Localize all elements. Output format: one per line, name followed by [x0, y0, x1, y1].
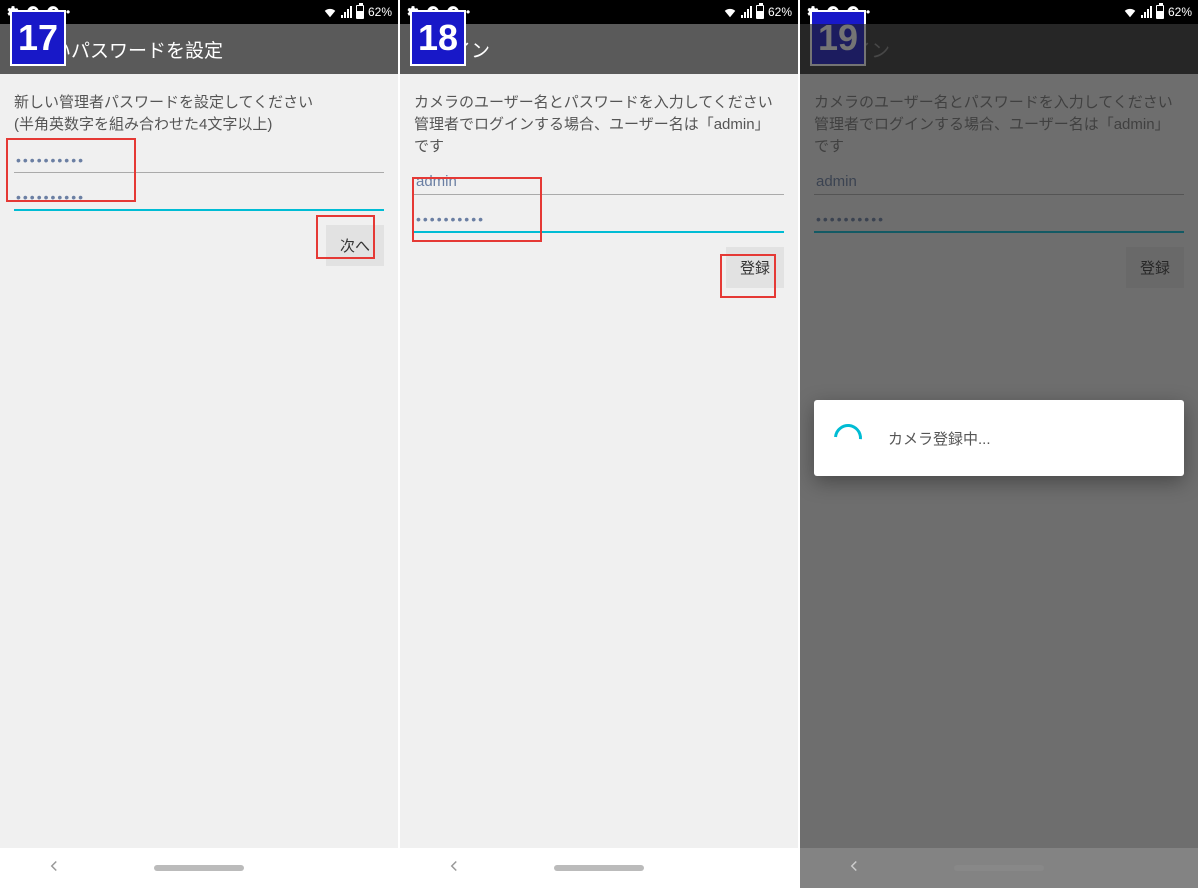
- screen-17: • 62% 新しいパスワードを設定 17 新しい管理者パスワードを設定してくださ…: [0, 0, 400, 888]
- android-navbar: [400, 848, 798, 888]
- battery-text: 62%: [1168, 5, 1192, 19]
- dot-icon: •: [866, 5, 870, 19]
- dialog-text: カメラ登録中...: [888, 428, 991, 449]
- battery-text: 62%: [368, 5, 392, 19]
- battery-icon: [756, 5, 764, 19]
- signal-icon: [1141, 6, 1152, 18]
- username-field[interactable]: [414, 167, 784, 195]
- instruction-line-2: (半角英数字を組み合わせた4文字以上): [14, 114, 384, 136]
- dot-icon: •: [466, 5, 470, 19]
- wifi-icon: [323, 5, 337, 19]
- signal-icon: [341, 6, 352, 18]
- screen-18: • 62% ログイン 18 カメラのユーザー名とパスワードを入力してください 管…: [400, 0, 800, 888]
- android-navbar: [0, 848, 398, 888]
- wifi-icon: [1123, 5, 1137, 19]
- instruction-line-2: 管理者でログインする場合、ユーザー名は「admin」です: [414, 114, 784, 158]
- battery-icon: [1156, 5, 1164, 19]
- dot-icon: •: [66, 5, 70, 19]
- content-area: カメラのユーザー名とパスワードを入力してください 管理者でログインする場合、ユー…: [400, 74, 798, 233]
- password-field[interactable]: [414, 205, 784, 233]
- back-button[interactable]: [45, 857, 63, 880]
- progress-dialog: カメラ登録中...: [814, 400, 1184, 476]
- signal-icon: [741, 6, 752, 18]
- next-button[interactable]: 次へ: [326, 225, 384, 266]
- screen-19: • 62% ログイン 19 カメラのユーザー名とパスワードを入力してください 管…: [800, 0, 1200, 888]
- back-button[interactable]: [845, 857, 863, 880]
- spinner-icon: [828, 418, 867, 457]
- password-field-1[interactable]: [14, 146, 384, 173]
- home-pill[interactable]: [954, 865, 1044, 871]
- home-pill[interactable]: [154, 865, 244, 871]
- home-pill[interactable]: [554, 865, 644, 871]
- step-badge: 17: [10, 10, 66, 66]
- battery-text: 62%: [768, 5, 792, 19]
- android-navbar: [800, 848, 1198, 888]
- register-button[interactable]: 登録: [726, 247, 784, 288]
- content-area: 新しい管理者パスワードを設定してください (半角英数字を組み合わせた4文字以上): [0, 74, 398, 211]
- password-field-2[interactable]: [14, 183, 384, 211]
- wifi-icon: [723, 5, 737, 19]
- instruction-line-1: 新しい管理者パスワードを設定してください: [14, 92, 384, 114]
- instruction-line-1: カメラのユーザー名とパスワードを入力してください: [414, 92, 784, 114]
- step-badge: 18: [410, 10, 466, 66]
- battery-icon: [356, 5, 364, 19]
- back-button[interactable]: [445, 857, 463, 880]
